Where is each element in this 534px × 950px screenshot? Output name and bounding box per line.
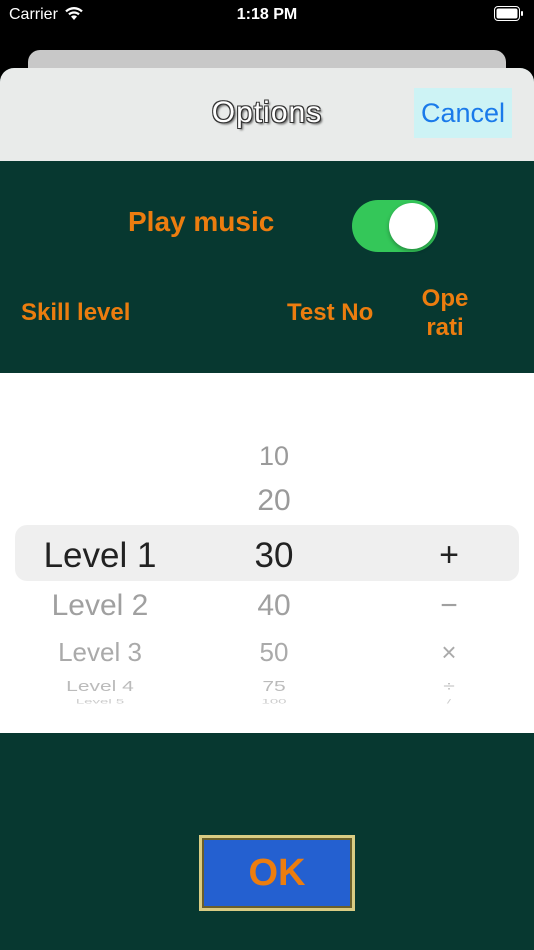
picker-option[interactable]: Level 4: [0, 679, 200, 696]
picker-option[interactable]: 20: [190, 484, 358, 518]
picker-option[interactable]: Level 5: [0, 698, 200, 705]
status-bar: Carrier 1:18 PM: [0, 0, 534, 30]
operations-header-line2: rati: [426, 314, 464, 341]
operation-wheel[interactable]: + − × ÷ /: [380, 373, 518, 733]
toggle-knob: [389, 203, 435, 249]
status-time: 1:18 PM: [236, 6, 298, 23]
operations-header: Ope rati: [410, 284, 480, 342]
cancel-button[interactable]: Cancel: [414, 88, 512, 138]
battery-icon: [494, 6, 523, 21]
test-no-header: Test No: [287, 299, 374, 326]
picker-option[interactable]: /: [380, 698, 518, 705]
skill-level-header: Skill level: [21, 299, 131, 326]
picker-option-selected[interactable]: 30: [190, 536, 358, 576]
picker-option[interactable]: 100: [190, 698, 358, 705]
picker-option-selected[interactable]: +: [380, 536, 518, 575]
options-picker[interactable]: Level 1 Level 2 Level 3 Level 4 Level 5 …: [0, 373, 534, 733]
picker-option[interactable]: 75: [190, 679, 358, 696]
picker-option[interactable]: 10: [190, 441, 358, 472]
skill-level-wheel[interactable]: Level 1 Level 2 Level 3 Level 4 Level 5: [0, 373, 200, 733]
picker-option[interactable]: 50: [190, 637, 358, 668]
picker-option[interactable]: 40: [190, 589, 358, 623]
nav-bar: Options Cancel: [0, 68, 534, 161]
play-music-label: Play music: [128, 206, 275, 237]
operations-header-line1: Ope: [421, 285, 469, 312]
picker-option[interactable]: ÷: [380, 679, 518, 696]
picker-option[interactable]: Level 2: [0, 589, 200, 623]
play-music-toggle[interactable]: [352, 200, 438, 252]
ok-button[interactable]: OK: [199, 835, 355, 911]
options-sheet: Options Cancel Play music Skill level Te…: [0, 68, 534, 950]
picker-option[interactable]: −: [380, 589, 518, 623]
picker-option[interactable]: Level 3: [0, 637, 200, 668]
test-no-wheel[interactable]: 10 20 30 40 50 75 100: [190, 373, 358, 733]
picker-option[interactable]: ×: [380, 637, 518, 668]
picker-option-selected[interactable]: Level 1: [0, 536, 200, 576]
